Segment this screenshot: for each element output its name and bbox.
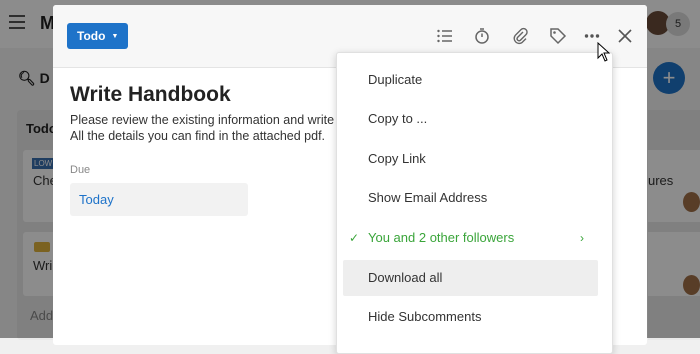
due-date-value: Today: [79, 192, 114, 207]
menu-item-label: Copy Link: [368, 151, 426, 166]
caret-down-icon: ▼: [111, 32, 119, 40]
menu-item-followers[interactable]: ✓ You and 2 other followers ›: [343, 220, 598, 256]
description-line: All the details you can find in the atta…: [70, 129, 326, 143]
menu-item-hide-subcomments[interactable]: Hide Subcomments: [343, 299, 598, 335]
timer-icon[interactable]: [473, 27, 491, 45]
more-options-menu: Duplicate Copy to ... Copy Link Show Ema…: [336, 52, 613, 354]
check-icon: ✓: [349, 231, 360, 245]
task-description[interactable]: Please review the existing information a…: [70, 112, 335, 144]
description-line: Please review the existing information a…: [70, 113, 335, 127]
menu-item-show-email[interactable]: Show Email Address: [343, 180, 598, 216]
due-date-field[interactable]: Today: [70, 183, 248, 216]
tag-icon[interactable]: [549, 27, 567, 45]
status-label: Todo: [77, 29, 106, 43]
task-title[interactable]: Write Handbook: [70, 83, 231, 107]
checklist-icon[interactable]: [436, 27, 454, 45]
menu-item-label: Copy to ...: [368, 111, 428, 126]
attachment-icon[interactable]: [511, 27, 529, 45]
menu-item-duplicate[interactable]: Duplicate: [343, 62, 598, 98]
menu-item-label: Show Email Address: [368, 190, 488, 205]
due-label: Due: [70, 164, 91, 176]
menu-item-label: Duplicate: [368, 72, 423, 87]
menu-item-label: You and 2 other followers: [368, 230, 515, 245]
menu-item-copy-to[interactable]: Copy to ...: [343, 101, 598, 137]
close-icon[interactable]: [616, 27, 634, 45]
menu-item-label: Download all: [368, 270, 443, 285]
chevron-right-icon: ›: [580, 231, 584, 245]
menu-item-download-all[interactable]: Download all: [343, 260, 598, 296]
menu-item-copy-link[interactable]: Copy Link: [343, 141, 598, 177]
status-dropdown-button[interactable]: Todo ▼: [67, 23, 129, 49]
mouse-cursor-icon: [597, 41, 611, 62]
menu-item-label: Hide Subcomments: [368, 309, 482, 324]
